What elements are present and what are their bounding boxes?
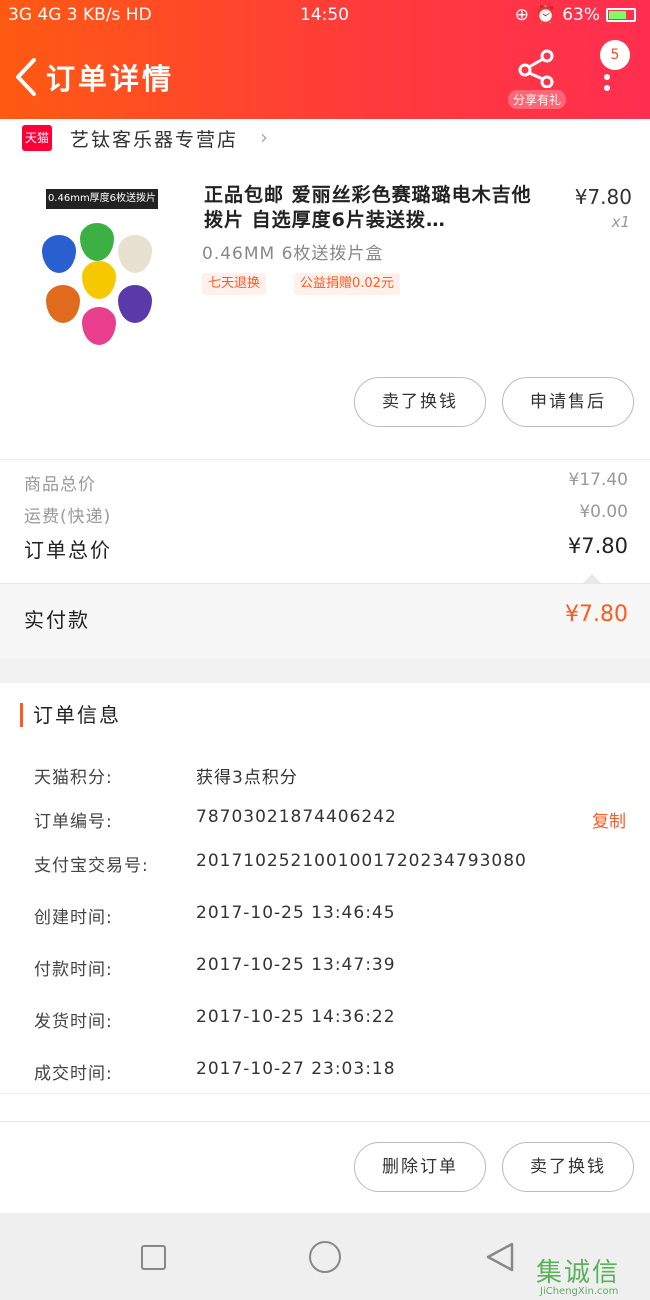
order-info-title: 订单信息: [20, 703, 121, 727]
order-number[interactable]: 78703021874406242: [196, 807, 397, 827]
info-key: 支付宝交易号:: [34, 856, 149, 876]
after-sales-button[interactable]: 申请售后: [502, 377, 634, 427]
goods-total-row: 商品总价 ¥17.40: [24, 470, 628, 495]
order-total-row: 订单总价 ¥7.80: [24, 534, 628, 563]
order-total-value: ¥7.80: [567, 534, 628, 558]
clock: 14:50: [300, 5, 349, 25]
info-key: 天猫积分:: [34, 768, 113, 788]
product-sku: 0.46MM 6枚送拨片盒: [202, 244, 384, 264]
product-image[interactable]: 0.46mm厚度6枚送拨片盒: [40, 189, 158, 349]
copy-button[interactable]: 复制: [592, 807, 626, 832]
pick-icon: [46, 285, 80, 323]
shipping-label: 运费(快递): [24, 507, 112, 527]
info-key: 付款时间:: [34, 960, 113, 980]
page-title: 订单详情: [46, 62, 175, 96]
pick-icon: [80, 223, 114, 261]
goods-total-label: 商品总价: [24, 475, 96, 495]
goods-total-value: ¥17.40: [568, 470, 628, 490]
home-icon[interactable]: [309, 1241, 341, 1273]
info-value: 2017102521001001720234793080: [196, 851, 527, 871]
status-icons: ⊕ ⏰ 63%: [515, 5, 636, 25]
signal-status: 3G 4G 3 KB/s HD: [8, 5, 152, 25]
product-quantity: x1: [611, 213, 630, 231]
more-menu-button[interactable]: 5: [590, 40, 630, 100]
product-title[interactable]: 正品包邮 爱丽丝彩色赛璐璐电木吉他拨片 自选厚度6片装送拨…: [204, 183, 544, 233]
delete-order-button[interactable]: 删除订单: [354, 1142, 486, 1192]
resell-bottom-button[interactable]: 卖了换钱: [502, 1142, 634, 1192]
return-policy-tag: 七天退换: [202, 273, 267, 295]
message-count-badge: 5: [600, 40, 630, 70]
charity-tag: 公益捐赠0.02元: [294, 273, 400, 295]
order-info-section: 订单信息 天猫积分: 获得3点积分 订单编号: 7870302187440624…: [0, 683, 650, 1093]
alarm-icon: ⏰: [535, 5, 557, 25]
battery-percent: 63%: [562, 5, 600, 25]
pick-icon: [118, 285, 152, 323]
info-key: 订单编号:: [34, 812, 113, 832]
watermark-logo: 集诚信 JiChengXin.com: [534, 1252, 650, 1300]
info-key: 创建时间:: [34, 908, 113, 928]
product-price: ¥7.80: [574, 185, 632, 209]
info-key: 发货时间:: [34, 1012, 113, 1032]
bottom-action-bar: 删除订单 卖了换钱: [0, 1121, 650, 1213]
watermark-text: 集诚信: [536, 1258, 621, 1288]
shipping-row: 运费(快递) ¥0.00: [24, 502, 628, 527]
battery-icon: [606, 8, 636, 22]
contact-strip: [0, 1093, 650, 1121]
recents-icon[interactable]: [141, 1245, 166, 1270]
chevron-right-icon: ›: [260, 125, 268, 149]
share-button[interactable]: 分享有礼: [508, 48, 566, 110]
product-image-label: 0.46mm厚度6枚送拨片盒: [46, 189, 158, 224]
title-bar: 订单详情 分享有礼 5: [0, 40, 650, 116]
status-bar: 3G 4G 3 KB/s HD 14:50 ⊕ ⏰ 63%: [0, 0, 650, 34]
price-summary: 商品总价 ¥17.40 运费(快递) ¥0.00 订单总价 ¥7.80: [0, 459, 650, 583]
caret-up-icon: [582, 574, 602, 584]
pick-icon: [82, 307, 116, 345]
pick-icon: [82, 261, 116, 299]
store-row[interactable]: 天猫 艺钛客乐器专营店 ›: [0, 119, 650, 159]
info-key: 成交时间:: [34, 1064, 113, 1084]
info-value: 2017-10-25 13:47:39: [196, 955, 396, 975]
product-item: 0.46mm厚度6枚送拨片盒 正品包邮 爱丽丝彩色赛璐璐电木吉他拨片 自选厚度6…: [0, 159, 650, 459]
info-value: 2017-10-25 13:46:45: [196, 903, 396, 923]
lock-icon: ⊕: [514, 5, 530, 25]
watermark-url: JiChengXin.com: [540, 1286, 619, 1297]
order-total-label: 订单总价: [24, 538, 112, 562]
paid-label: 实付款: [24, 608, 90, 632]
info-value: 2017-10-25 14:36:22: [196, 1007, 396, 1027]
back-icon[interactable]: [484, 1241, 516, 1273]
more-icon: [604, 74, 610, 96]
share-label: 分享有礼: [508, 90, 566, 109]
paid-amount-row: 实付款 ¥7.80: [0, 574, 650, 659]
shipping-value: ¥0.00: [579, 502, 628, 522]
tmall-logo: 天猫: [22, 125, 52, 151]
pick-icon: [42, 235, 76, 273]
app-header: 3G 4G 3 KB/s HD 14:50 ⊕ ⏰ 63% 订单详情 分享有礼 …: [0, 0, 650, 119]
paid-value: ¥7.80: [565, 602, 628, 627]
info-value: 2017-10-27 23:03:18: [196, 1059, 396, 1079]
share-icon: [518, 49, 554, 88]
info-value: 获得3点积分: [196, 768, 298, 788]
back-arrow-icon[interactable]: [8, 52, 44, 102]
resell-button[interactable]: 卖了换钱: [354, 377, 486, 427]
store-name: 艺钛客乐器专营店: [70, 129, 239, 151]
pick-icon: [118, 235, 152, 273]
